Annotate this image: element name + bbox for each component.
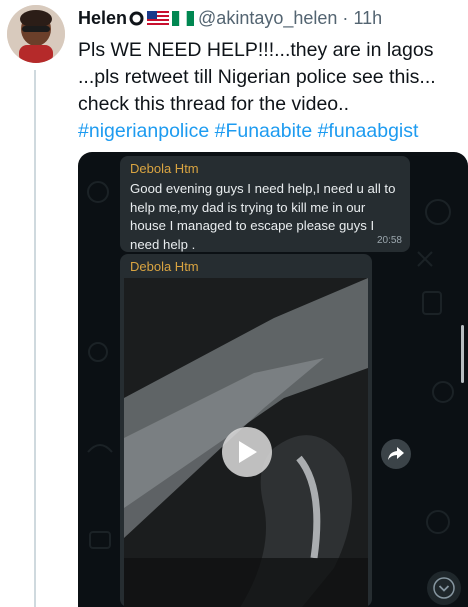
tweet-line: ...pls retweet till Nigerian police see … bbox=[78, 66, 436, 88]
hashtags[interactable]: #nigerianpolice #Funaabite #funaabgist bbox=[78, 118, 466, 145]
scroll-down-button[interactable] bbox=[427, 571, 461, 605]
message-time: 20:58 bbox=[376, 235, 402, 246]
message-text: Good evening guys I need help,I need u a… bbox=[130, 180, 406, 254]
tweet-line: Pls WE NEED HELP!!!...they are in lagos bbox=[78, 39, 434, 61]
scrollbar-thumb[interactable] bbox=[461, 325, 464, 383]
tweet-media[interactable]: Debola Htm Good evening guys I need help… bbox=[78, 152, 468, 607]
share-button[interactable] bbox=[381, 439, 411, 469]
us-flag-icon bbox=[147, 10, 170, 26]
message-sender: Debola Htm bbox=[130, 161, 199, 176]
verified-badge-icon bbox=[129, 11, 144, 25]
play-button[interactable] bbox=[222, 427, 272, 477]
chevron-down-icon bbox=[433, 577, 455, 599]
message-sender: Debola Htm bbox=[130, 259, 199, 274]
separator-dot: · bbox=[342, 7, 349, 28]
author-name[interactable]: Helen bbox=[78, 8, 127, 29]
tweet-time[interactable]: 11h bbox=[353, 8, 382, 29]
tweet-line: check this thread for the video.. bbox=[78, 93, 349, 115]
tweet-text: Pls WE NEED HELP!!!...they are in lagos … bbox=[78, 37, 466, 145]
nigeria-flag-icon bbox=[172, 10, 195, 26]
chat-message: Debola Htm Good evening guys I need help… bbox=[120, 156, 410, 252]
tweet-header: Helen @akintayo_helen · 11h bbox=[78, 6, 382, 30]
share-arrow-icon bbox=[388, 447, 404, 460]
avatar[interactable] bbox=[7, 5, 65, 63]
thread-line bbox=[34, 70, 36, 607]
message-line: need help . bbox=[130, 236, 196, 252]
author-handle[interactable]: @akintayo_helen bbox=[198, 8, 337, 29]
profile-emoji-badges bbox=[129, 10, 195, 26]
message-line: house I managed to escape please guys I bbox=[130, 218, 375, 233]
play-icon bbox=[239, 441, 257, 463]
message-line: help me,my dad is trying to kill me in o… bbox=[130, 199, 366, 215]
message-line: Good evening guys I need help,I need u a… bbox=[130, 181, 396, 196]
avatar-photo bbox=[7, 5, 65, 63]
